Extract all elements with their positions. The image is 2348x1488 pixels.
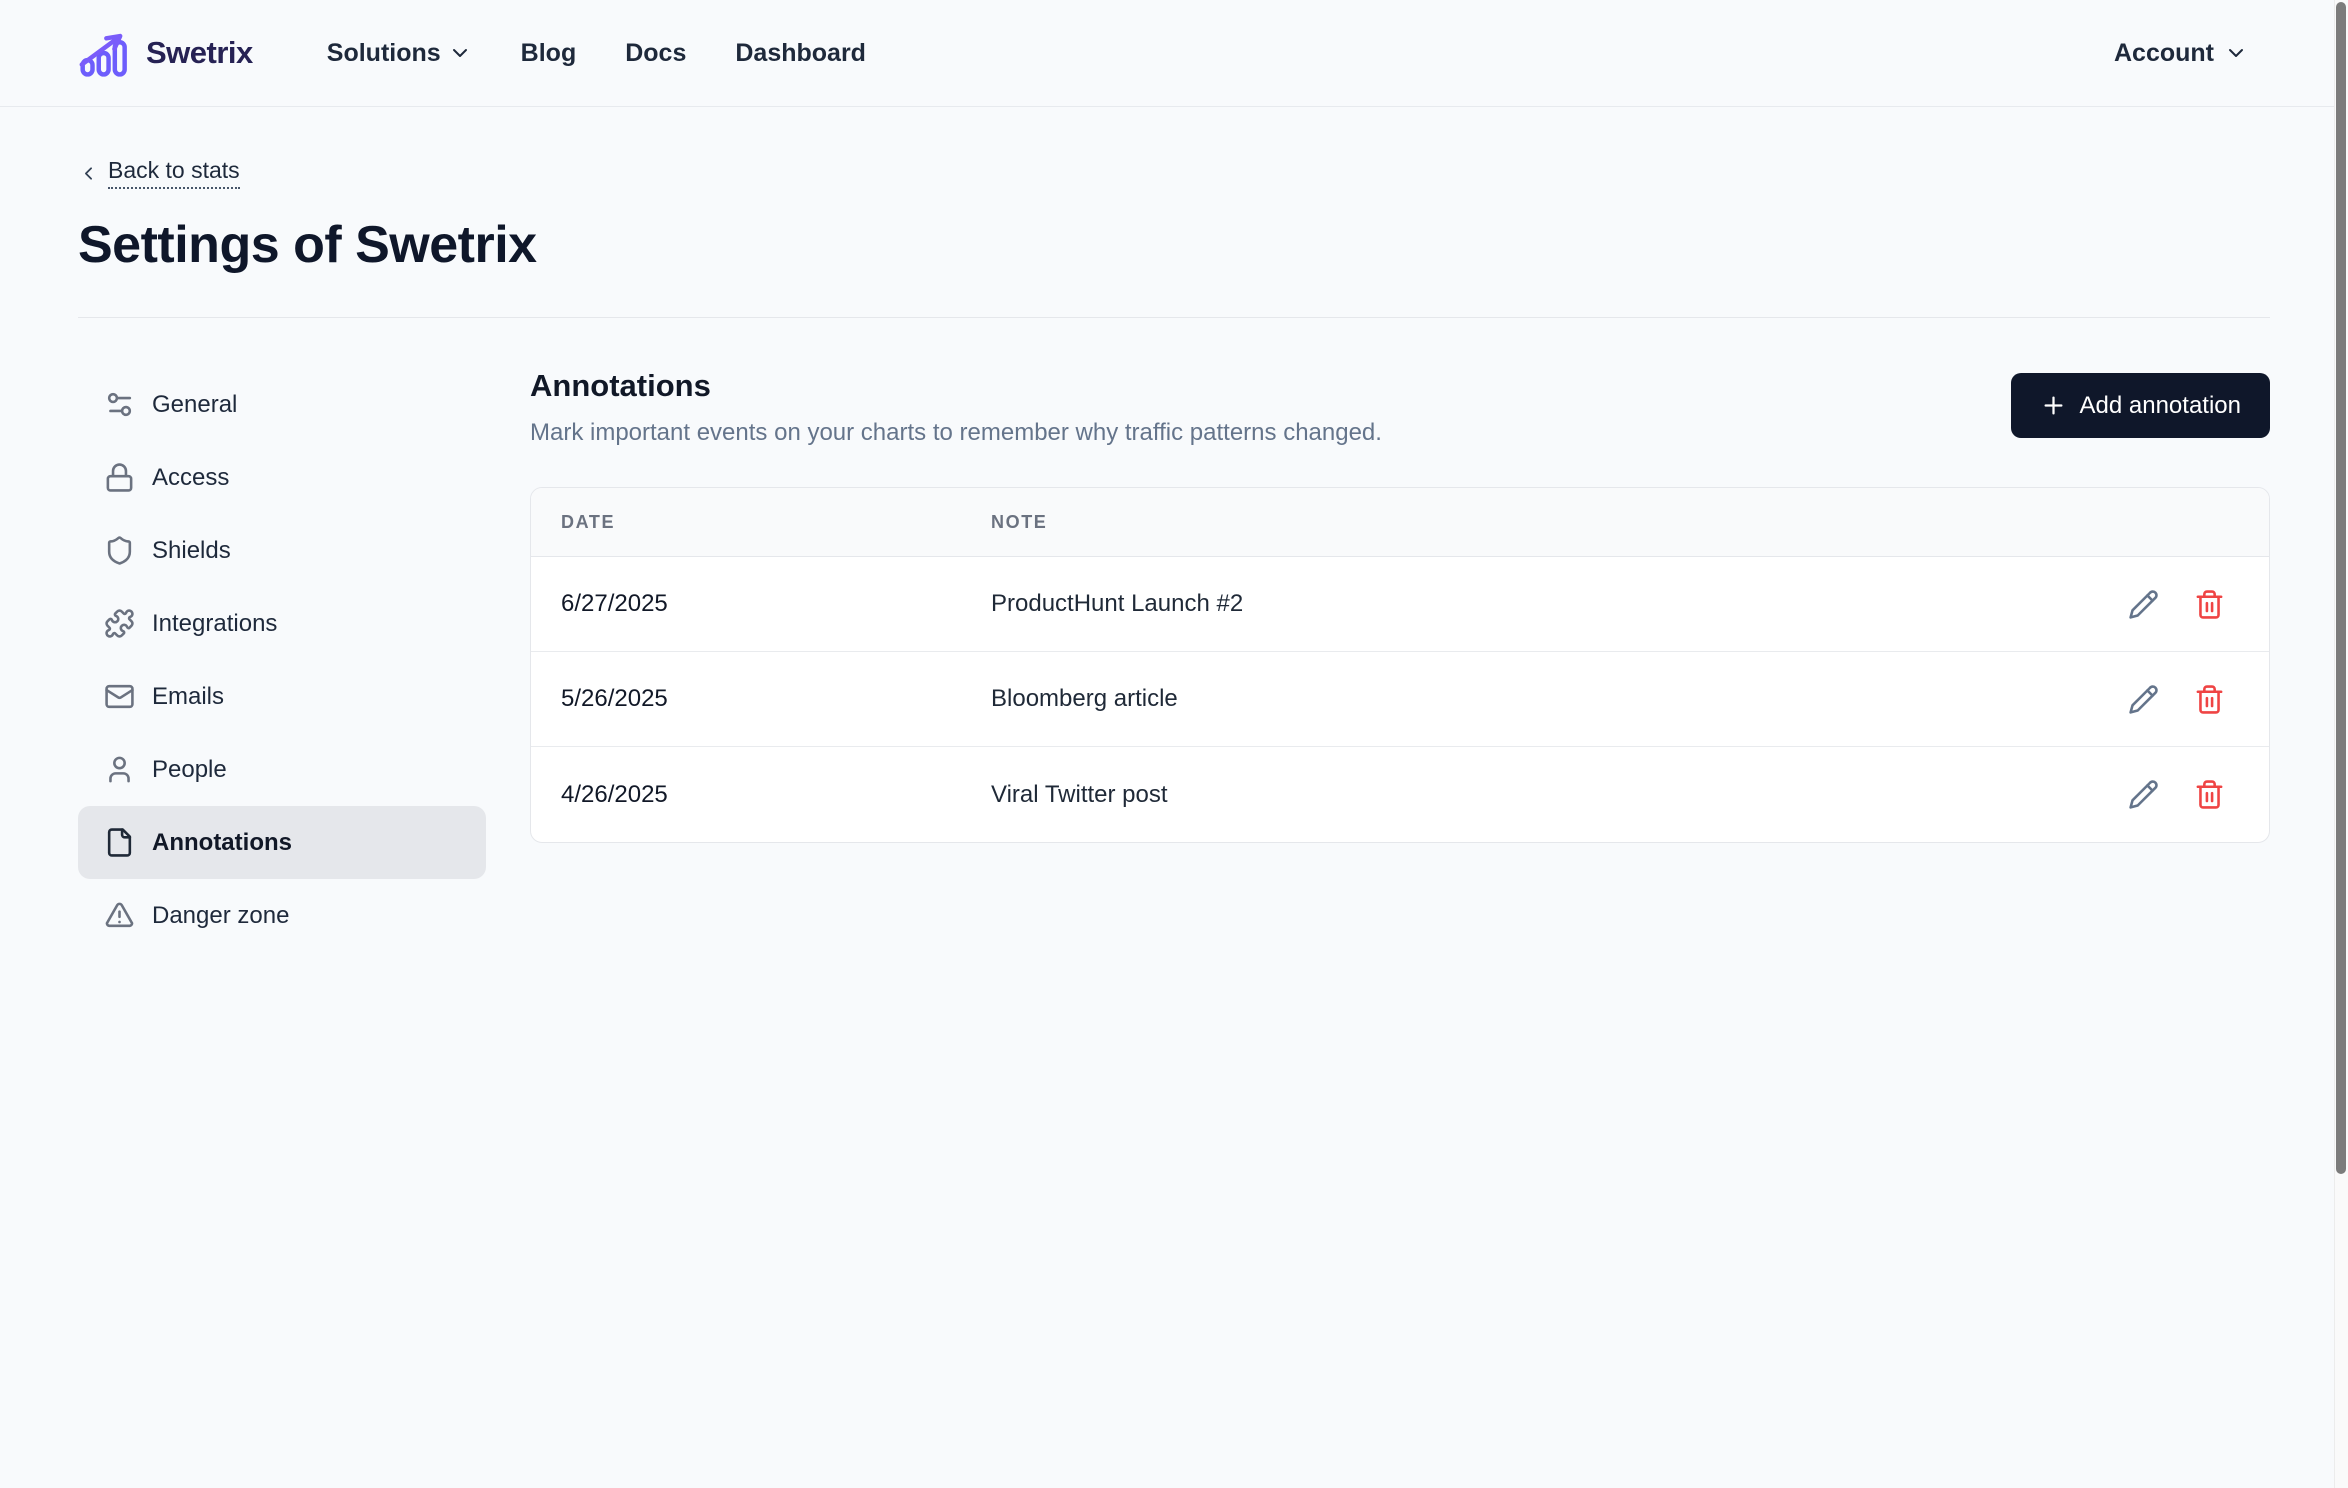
plus-icon [2040,392,2067,419]
sidebar-item-integrations[interactable]: Integrations [78,587,486,660]
section-header: Annotations Mark important events on you… [530,368,2270,447]
trash-icon [2194,779,2225,810]
top-navigation: Swetrix Solutions Blog Docs Dashboard Ac… [0,0,2348,107]
sidebar-item-label: Danger zone [152,902,289,930]
user-icon [104,754,135,785]
annotation-note: Viral Twitter post [991,781,2128,809]
sidebar-item-general[interactable]: General [78,368,486,441]
pencil-icon [2128,684,2159,715]
column-header-note: NOTE [991,512,2269,533]
section-header-text: Annotations Mark important events on you… [530,368,1382,447]
table-row: 4/26/2025 Viral Twitter post [531,747,2269,842]
edit-annotation-button[interactable] [2128,779,2159,810]
settings-icon [104,389,135,420]
trash-icon [2194,589,2225,620]
account-label: Account [2114,39,2214,68]
annotations-section: Annotations Mark important events on you… [530,368,2270,843]
edit-annotation-button[interactable] [2128,589,2159,620]
pencil-icon [2128,589,2159,620]
annotation-date: 4/26/2025 [531,781,991,809]
back-link-label: Back to stats [108,157,240,189]
nav-item-blog[interactable]: Blog [521,39,577,68]
edit-annotation-button[interactable] [2128,684,2159,715]
sidebar-item-shields[interactable]: Shields [78,514,486,587]
lock-icon [104,462,135,493]
sidebar-item-danger-zone[interactable]: Danger zone [78,879,486,952]
sidebar-item-access[interactable]: Access [78,441,486,514]
chevron-down-icon [2224,41,2248,65]
sidebar-item-label: Annotations [152,829,292,857]
nav-item-dashboard[interactable]: Dashboard [735,39,866,68]
sidebar-item-label: Access [152,464,229,492]
nav-links: Solutions Blog Docs Dashboard [327,39,866,68]
delete-annotation-button[interactable] [2194,589,2225,620]
shield-icon [104,535,135,566]
back-to-stats-link[interactable]: Back to stats [78,157,240,189]
app-window: Swetrix Solutions Blog Docs Dashboard Ac… [0,0,2348,1488]
file-icon [104,827,135,858]
sidebar-item-emails[interactable]: Emails [78,660,486,733]
settings-sidebar: General Access Shields [78,368,486,952]
annotations-table: DATE NOTE 6/27/2025 ProductHunt Launch #… [530,487,2270,843]
nav-item-docs[interactable]: Docs [625,39,686,68]
sidebar-item-label: Shields [152,537,231,565]
page-content: Back to stats Settings of Swetrix Genera… [0,107,2348,952]
bar-chart-arrow-icon [78,28,132,78]
warning-triangle-icon [104,900,135,931]
sidebar-item-people[interactable]: People [78,733,486,806]
annotation-date: 6/27/2025 [531,590,991,618]
chevron-left-icon [78,163,99,184]
section-description: Mark important events on your charts to … [530,419,1382,447]
sidebar-item-label: Integrations [152,610,277,638]
pencil-icon [2128,779,2159,810]
add-annotation-button[interactable]: Add annotation [2011,373,2270,438]
sidebar-item-annotations[interactable]: Annotations [78,806,486,879]
brand-wordmark: Swetrix [146,35,253,71]
account-menu[interactable]: Account [2114,39,2248,68]
page-title: Settings of Swetrix [78,215,2270,275]
title-divider [78,317,2270,318]
puzzle-icon [104,608,135,639]
swetrix-logo[interactable]: Swetrix [78,28,253,78]
add-annotation-label: Add annotation [2080,392,2241,420]
annotation-date: 5/26/2025 [531,685,991,713]
row-actions [2128,684,2269,715]
column-header-date: DATE [531,512,991,533]
settings-layout: General Access Shields [78,368,2270,952]
delete-annotation-button[interactable] [2194,684,2225,715]
mail-icon [104,681,135,712]
vertical-scrollbar [2334,0,2348,1488]
table-row: 6/27/2025 ProductHunt Launch #2 [531,557,2269,652]
sidebar-item-label: Emails [152,683,224,711]
annotation-note: ProductHunt Launch #2 [991,590,2128,618]
scrollbar-thumb[interactable] [2336,2,2346,1174]
sidebar-item-label: People [152,756,227,784]
delete-annotation-button[interactable] [2194,779,2225,810]
table-row: 5/26/2025 Bloomberg article [531,652,2269,747]
row-actions [2128,779,2269,810]
annotation-note: Bloomberg article [991,685,2128,713]
nav-item-solutions-label: Solutions [327,39,441,68]
table-header-row: DATE NOTE [531,488,2269,557]
row-actions [2128,589,2269,620]
sidebar-item-label: General [152,391,237,419]
section-title: Annotations [530,368,1382,404]
trash-icon [2194,684,2225,715]
chevron-down-icon [448,41,472,65]
nav-item-solutions[interactable]: Solutions [327,39,472,68]
